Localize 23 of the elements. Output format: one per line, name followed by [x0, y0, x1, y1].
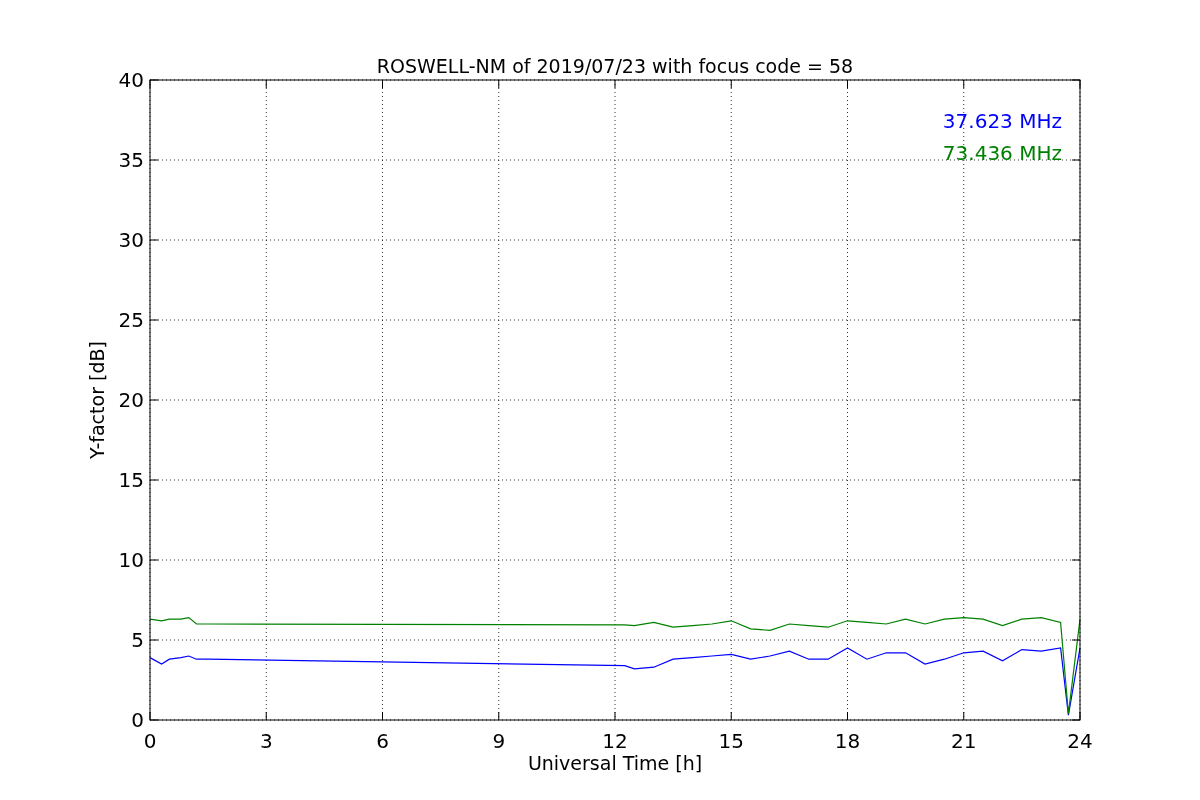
- y-tick-label: 25: [118, 308, 144, 332]
- x-tick-label: 24: [1067, 729, 1093, 753]
- y-tick-label: 30: [118, 228, 144, 252]
- y-tick-label: 5: [131, 628, 144, 652]
- y-tick-label: 0: [131, 708, 144, 732]
- x-tick-label: 12: [602, 729, 628, 753]
- x-tick-label: 18: [834, 729, 861, 753]
- x-tick-label: 21: [951, 729, 977, 753]
- y-tick-label: 20: [118, 388, 144, 412]
- x-tick-label: 15: [718, 729, 744, 753]
- y-tick-label: 10: [118, 548, 144, 572]
- y-tick-label: 35: [118, 148, 144, 172]
- legend-label: 37.623 MHz: [942, 109, 1062, 133]
- x-axis-label: Universal Time [h]: [527, 752, 703, 774]
- y-axis-label: Y-factor [dB]: [86, 341, 108, 459]
- x-tick-label: 6: [376, 729, 389, 753]
- x-tick-label: 0: [143, 729, 157, 753]
- x-tick-label: 3: [259, 729, 273, 753]
- y-tick-label: 40: [118, 68, 144, 92]
- legend-label: 73.436 MHz: [942, 141, 1062, 165]
- y-tick-label: 15: [118, 468, 144, 492]
- chart-title: ROSWELL-NM of 2019/07/23 with focus code = 58: [376, 55, 854, 77]
- x-tick-label: 9: [492, 729, 506, 753]
